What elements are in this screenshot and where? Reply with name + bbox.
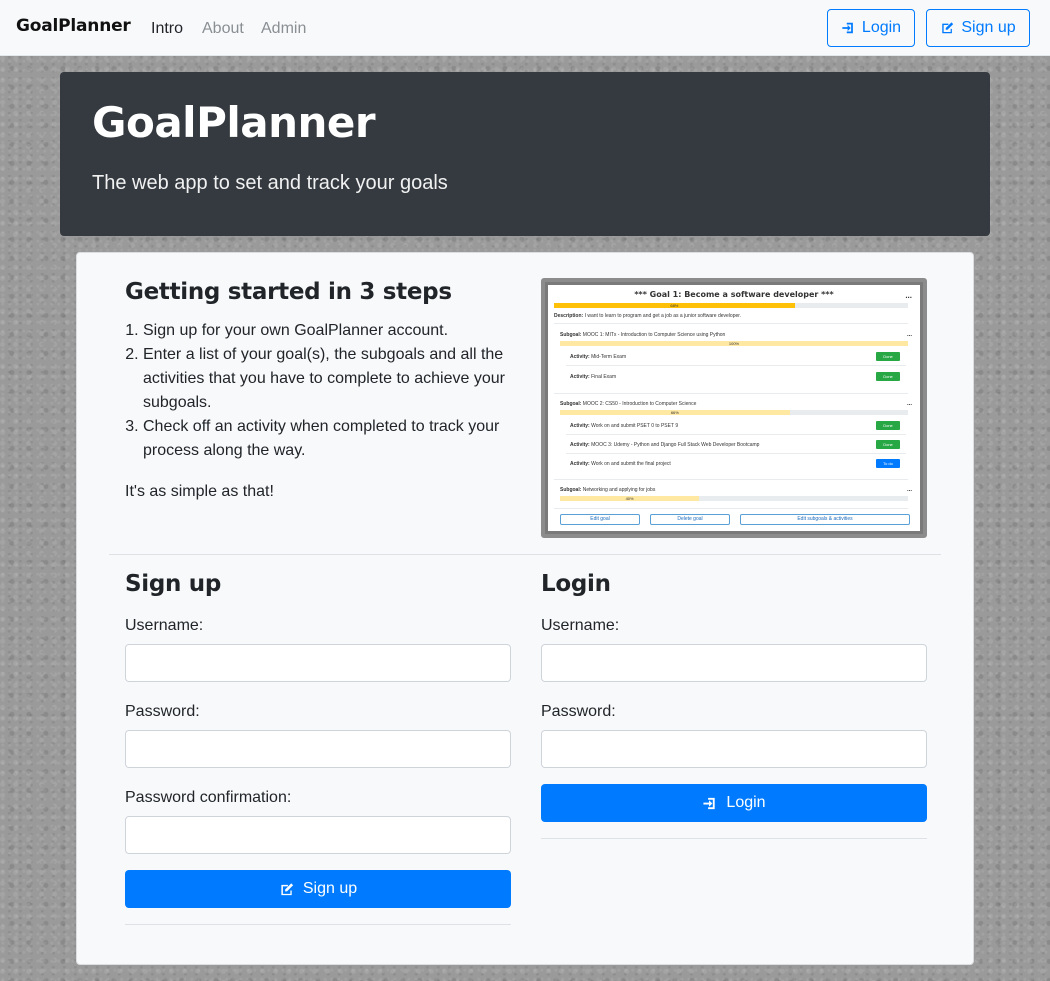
divider [554, 393, 908, 394]
preview-activity-name: MOOC 3: Udemy - Python and Django Full S… [591, 442, 760, 448]
signup-confirm-label: Password confirmation: [125, 789, 292, 806]
preview-activity-label: Activity: [570, 374, 590, 380]
preview-status-badge: Done [876, 421, 900, 430]
divider [566, 434, 906, 435]
preview-subgoal-menu-icon: ... [906, 401, 912, 407]
signup-submit-button[interactable]: Sign up [125, 870, 511, 908]
preview-subgoal-name: MOOC 1: MITx - Introduction to Computer … [582, 332, 726, 338]
preview-activity-name: Mid-Term Exam [591, 354, 627, 360]
step-item: Check off an activity when completed to … [143, 415, 515, 463]
preview-activity-label: Activity: [570, 461, 590, 467]
nav-link-about[interactable]: About [202, 20, 244, 38]
jumbotron-subtitle: The web app to set and track your goals [92, 172, 448, 194]
login-password-label: Password: [541, 703, 616, 720]
signup-divider [125, 924, 511, 925]
preview-edit-goal-button: Edit goal [560, 514, 640, 525]
edit-icon [281, 882, 293, 895]
brand-logo[interactable]: GoalPlanner [16, 16, 131, 36]
preview-subgoal-menu-icon: ... [906, 487, 912, 493]
divider [554, 479, 908, 480]
login-divider [541, 838, 927, 839]
preview-activity-label: Activity: [570, 354, 590, 360]
login-submit-label: Login [726, 794, 766, 811]
sign-in-icon [842, 22, 853, 34]
preview-subgoal-progress: 100% [560, 341, 908, 346]
preview-goal-card: *** Goal 1: Become a software developer … [548, 285, 920, 531]
preview-menu-icon: ... [905, 291, 912, 300]
preview-subgoal-name: MOOC 2: CS50 - Introduction to Computer … [582, 401, 697, 407]
navbar: GoalPlanner Intro About Admin Login Sign… [0, 0, 1050, 56]
preview-activity-label: Activity: [570, 442, 590, 448]
nav-login-label: Login [861, 19, 902, 36]
login-password-input[interactable] [541, 730, 927, 768]
preview-goal-progress-fill: 68% [554, 303, 795, 308]
signup-username-input[interactable] [125, 644, 511, 682]
edit-icon [942, 22, 954, 34]
signup-password-input[interactable] [125, 730, 511, 768]
preview-edit-subgoals-button: Edit subgoals & activities [740, 514, 910, 525]
nav-login-button[interactable]: Login [827, 9, 915, 47]
signup-password-label: Password: [125, 703, 200, 720]
jumbotron-title: GoalPlanner [92, 98, 376, 147]
preview-status-badge: To do [876, 459, 900, 468]
preview-delete-goal-button: Delete goal [650, 514, 730, 525]
preview-goal-title: *** Goal 1: Become a software developer … [634, 290, 834, 299]
signup-username-label: Username: [125, 617, 204, 634]
preview-subgoal-progress-fill: 40% [560, 496, 700, 501]
nav-link-admin[interactable]: Admin [261, 20, 306, 38]
preview-activity-name: Work on and submit the final project [591, 461, 671, 467]
getting-started-heading: Getting started in 3 steps [125, 279, 452, 305]
preview-subgoal-progress: 40% [560, 496, 908, 501]
preview-subgoal-name: Networking and applying for jobs [582, 487, 656, 493]
steps-list: Sign up for your own GoalPlanner account… [125, 319, 515, 463]
nav-link-intro[interactable]: Intro [151, 20, 183, 38]
login-heading: Login [541, 571, 611, 597]
divider [566, 365, 906, 366]
login-submit-button[interactable]: Login [541, 784, 927, 822]
preview-subgoal-label: Subgoal: [560, 332, 582, 338]
preview-subgoal-progress: 66% [560, 410, 908, 415]
section-divider [109, 554, 941, 555]
divider [554, 508, 908, 509]
preview-description: I want to learn to program and get a job… [584, 313, 742, 319]
signup-heading: Sign up [125, 571, 222, 597]
sign-in-icon [703, 797, 716, 809]
preview-status-badge: Done [876, 352, 900, 361]
signup-confirm-input[interactable] [125, 816, 511, 854]
main-card: Getting started in 3 steps Sign up for y… [76, 252, 974, 965]
divider [554, 323, 908, 324]
nav-signup-button[interactable]: Sign up [926, 9, 1030, 47]
preview-subgoal-progress-fill: 66% [560, 410, 790, 415]
app-preview-screenshot: *** Goal 1: Become a software developer … [541, 278, 927, 538]
step-item: Sign up for your own GoalPlanner account… [143, 319, 515, 343]
preview-activity-label: Activity: [570, 423, 590, 429]
closing-text: It's as simple as that! [125, 483, 274, 500]
signup-submit-label: Sign up [302, 880, 358, 897]
jumbotron: GoalPlanner The web app to set and track… [60, 72, 990, 236]
preview-activity-name: Final Exam [591, 374, 617, 380]
divider [566, 453, 906, 454]
login-username-label: Username: [541, 617, 620, 634]
preview-status-badge: Done [876, 440, 900, 449]
preview-subgoal-progress-fill: 100% [560, 341, 908, 346]
preview-subgoal-label: Subgoal: [560, 401, 582, 407]
preview-description-label: Description: [554, 313, 584, 319]
preview-subgoal-menu-icon: ... [906, 332, 912, 338]
preview-activity-name: Work on and submit PSET 0 to PSET 9 [591, 423, 679, 429]
preview-subgoal-label: Subgoal: [560, 487, 582, 493]
preview-status-badge: Done [876, 372, 900, 381]
login-username-input[interactable] [541, 644, 927, 682]
nav-signup-label: Sign up [961, 19, 1016, 36]
step-item: Enter a list of your goal(s), the subgoa… [143, 343, 515, 415]
preview-goal-progress: 68% [554, 303, 908, 308]
